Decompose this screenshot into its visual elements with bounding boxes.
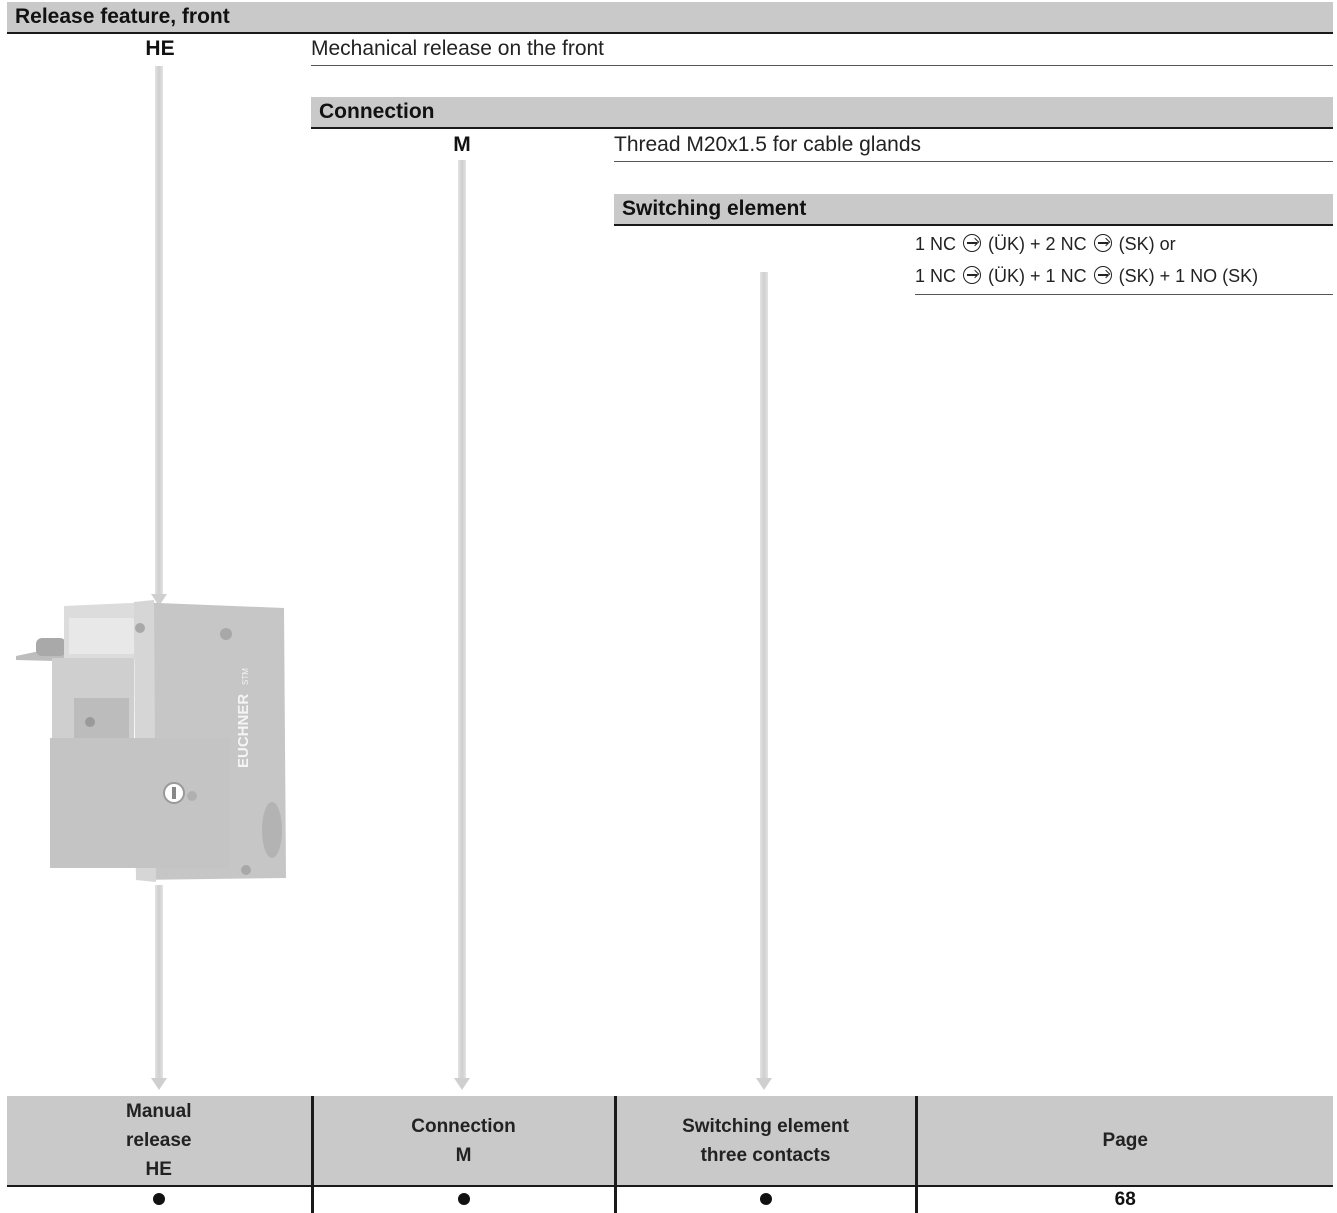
switching-element-header-text: Switching element [622, 197, 807, 220]
summary-header-row: Manual release HE Connection M Switching… [7, 1096, 1333, 1187]
order-summary-table: Manual release HE Connection M Switching… [7, 1096, 1333, 1213]
connection-header-text: Connection [319, 100, 435, 123]
switching-contacts: 1 NC (ÜK) + 2 NC (SK) or 1 NC (ÜK) + 1 N… [915, 228, 1333, 295]
release-guide-line-lower [151, 885, 167, 1090]
col-connection: Connection M [310, 1096, 615, 1187]
release-description: Mechanical release on the front [311, 37, 1333, 66]
positive-opening-icon [963, 266, 982, 284]
safety-switch-image: EUCHNER STM [16, 600, 286, 882]
release-feature-header-text: Release feature, front [15, 5, 230, 28]
bullet-icon [152, 1193, 165, 1205]
cell-connection [310, 1186, 615, 1213]
contacts-line-2: 1 NC (ÜK) + 1 NC (SK) + 1 NO (SK) [915, 266, 1259, 286]
release-feature-header: Release feature, front [7, 2, 1333, 34]
switching-element-header: Switching element [614, 194, 1333, 226]
positive-opening-icon [1093, 266, 1112, 284]
connection-header: Connection [311, 97, 1333, 129]
contacts-line-1: 1 NC (ÜK) + 2 NC (SK) or [915, 234, 1176, 254]
model-label: STM [241, 668, 250, 685]
connection-guide-line [454, 160, 470, 1090]
bullet-icon [759, 1193, 772, 1205]
positive-opening-icon [963, 234, 982, 252]
connection-description: Thread M20x1.5 for cable glands [614, 133, 1333, 162]
switching-guide-line [756, 272, 772, 1090]
cell-page: 68 [914, 1186, 1333, 1213]
brand-label: EUCHNER [235, 694, 252, 768]
cell-switching-element [613, 1186, 916, 1213]
cell-manual-release [7, 1186, 312, 1213]
table-row: 68 [7, 1186, 1333, 1213]
col-manual-release: Manual release HE [7, 1096, 312, 1187]
bullet-icon [457, 1193, 470, 1205]
release-code: HE [145, 37, 175, 60]
positive-opening-icon [1093, 234, 1112, 252]
col-page: Page [914, 1096, 1333, 1187]
col-switching-element: Switching element three contacts [613, 1096, 916, 1187]
connection-code: M [453, 133, 471, 156]
release-guide-line-upper [151, 66, 167, 606]
